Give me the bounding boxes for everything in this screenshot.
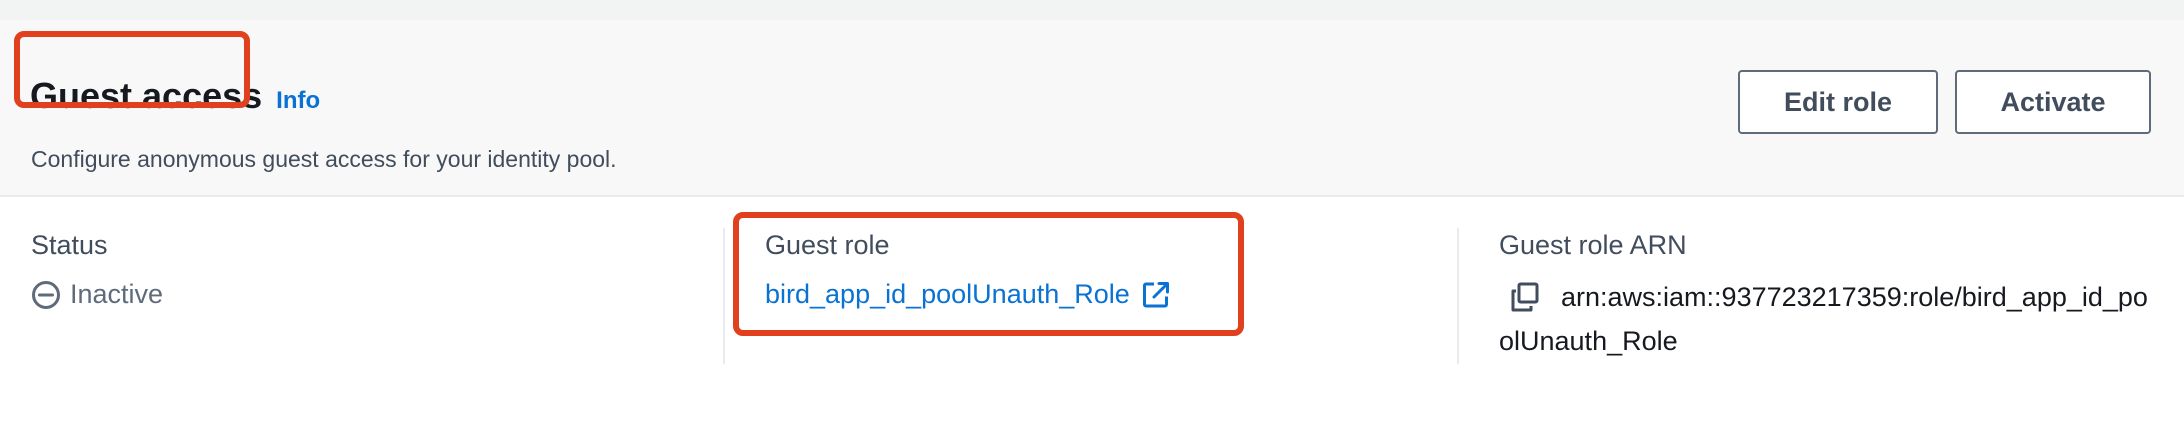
- activate-button[interactable]: Activate: [1955, 70, 2151, 134]
- status-label: Status: [31, 230, 108, 260]
- arn-text: arn:aws:iam::937723217359:role/bird_app_…: [1499, 282, 2148, 356]
- edit-role-button[interactable]: Edit role: [1738, 70, 1938, 134]
- column-divider-1: [723, 228, 725, 364]
- minus-circle-icon: [31, 280, 61, 310]
- highlight-box-guest-role: [733, 212, 1244, 336]
- column-divider-2: [1457, 228, 1459, 364]
- info-link[interactable]: Info: [276, 87, 320, 115]
- guest-role-arn-label: Guest role ARN: [1499, 230, 1687, 260]
- status-field: Status Inactive: [31, 230, 163, 310]
- page-description: Configure anonymous guest access for you…: [31, 146, 617, 172]
- status-text: Inactive: [70, 279, 164, 309]
- highlight-box-title: [14, 31, 250, 108]
- guest-role-arn-field: Guest role ARN arn:aws:iam::937723217359…: [1499, 230, 2159, 363]
- guest-access-header: Guest access Info Configure anonymous gu…: [0, 20, 2184, 197]
- status-value: Inactive: [31, 279, 163, 310]
- top-strip: [0, 0, 2184, 22]
- guest-role-arn-value: arn:aws:iam::937723217359:role/bird_app_…: [1499, 275, 2159, 363]
